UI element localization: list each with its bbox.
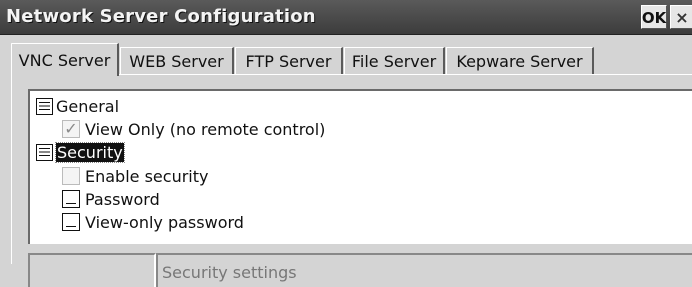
window-title: Network Server Configuration <box>6 6 316 27</box>
title-bar: Network Server Configuration OK × <box>0 0 692 35</box>
view-only-label: View Only (no remote control) <box>85 119 326 139</box>
tree-item-view-only-password[interactable]: View-only password <box>62 211 244 233</box>
tree-item-enable-security[interactable]: Enable security <box>62 165 208 187</box>
enable-security-checkbox[interactable] <box>62 167 80 185</box>
status-bar-left-pane <box>28 253 156 287</box>
tree-group-general[interactable]: General <box>36 95 119 117</box>
list-icon <box>36 97 53 115</box>
status-bar-description: Security settings <box>156 253 692 287</box>
close-icon[interactable]: × <box>670 5 692 29</box>
tree-item-password[interactable]: Password <box>62 188 160 210</box>
ok-button[interactable]: OK <box>641 5 667 29</box>
enable-security-label: Enable security <box>85 166 209 186</box>
settings-tree[interactable]: General ✓ View Only (no remote control) … <box>28 89 692 244</box>
tab-web-server[interactable]: WEB Server <box>120 47 234 75</box>
password-label: Password <box>85 189 160 209</box>
group-label-security: Security <box>55 141 125 163</box>
view-only-checkbox[interactable]: ✓ <box>62 120 80 138</box>
tree-group-security[interactable]: Security <box>36 141 125 163</box>
group-label-general: General <box>56 96 120 116</box>
network-server-configuration-window: Network Server Configuration OK × VNC Se… <box>0 0 692 287</box>
tab-vnc-server[interactable]: VNC Server <box>11 43 119 76</box>
tab-kepware-server[interactable]: Kepware Server <box>446 47 594 75</box>
tree-item-view-only[interactable]: ✓ View Only (no remote control) <box>62 118 325 140</box>
text-field-icon <box>62 190 80 208</box>
tab-bar: VNC Server WEB Server FTP Server File Se… <box>11 43 691 76</box>
view-only-password-label: View-only password <box>85 212 244 232</box>
text-field-icon <box>62 213 80 231</box>
tab-ftp-server[interactable]: FTP Server <box>235 47 343 75</box>
list-icon <box>36 143 53 161</box>
tab-file-server[interactable]: File Server <box>344 47 445 75</box>
